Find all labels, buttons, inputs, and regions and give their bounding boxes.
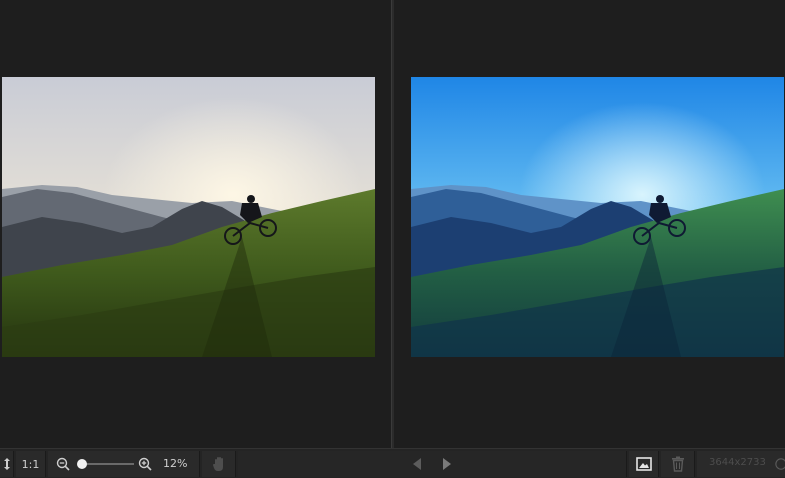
info-button[interactable] <box>775 451 785 477</box>
trash-icon <box>671 456 684 472</box>
zoom-group: 12% <box>48 451 200 477</box>
fit-screen-button[interactable] <box>0 451 13 477</box>
hand-group <box>202 451 236 477</box>
zoom-out-button[interactable] <box>54 451 72 477</box>
hand-pan-button[interactable] <box>202 451 235 477</box>
zoom-out-icon <box>56 457 70 471</box>
hand-pan-icon <box>212 457 223 471</box>
navigation-group <box>238 451 627 477</box>
zoom-slider-knob[interactable] <box>77 459 88 469</box>
fit-screen-icon <box>3 458 10 470</box>
info-group: 3644x2733 <box>697 451 785 477</box>
image-compare-viewer <box>0 0 785 448</box>
edited-image-pane <box>394 0 785 448</box>
next-button[interactable] <box>438 451 456 477</box>
zoom-in-icon <box>138 457 152 471</box>
original-photo <box>2 77 375 357</box>
image-view-icon <box>635 457 652 471</box>
actual-size-group: 1:1 <box>16 451 46 477</box>
actual-size-button[interactable]: 1:1 <box>16 451 45 477</box>
zoom-in-button[interactable] <box>136 451 154 477</box>
original-image-pane <box>0 0 391 448</box>
edited-photo-image <box>411 77 784 357</box>
fit-group <box>0 451 14 477</box>
bottom-toolbar: 1:1 12% 3644x2733 <box>0 448 785 478</box>
image-view-group <box>629 451 659 477</box>
previous-button[interactable] <box>408 451 426 477</box>
previous-arrow-icon <box>413 458 421 470</box>
next-arrow-icon <box>443 458 451 470</box>
original-photo-image <box>2 77 375 357</box>
image-view-button[interactable] <box>629 451 658 477</box>
edited-photo <box>411 77 784 357</box>
zoom-percent-label: 12% <box>163 457 188 470</box>
delete-group <box>661 451 695 477</box>
delete-button[interactable] <box>661 451 694 477</box>
info-icon <box>775 458 785 470</box>
image-dimensions-label: 3644x2733 <box>709 457 766 468</box>
